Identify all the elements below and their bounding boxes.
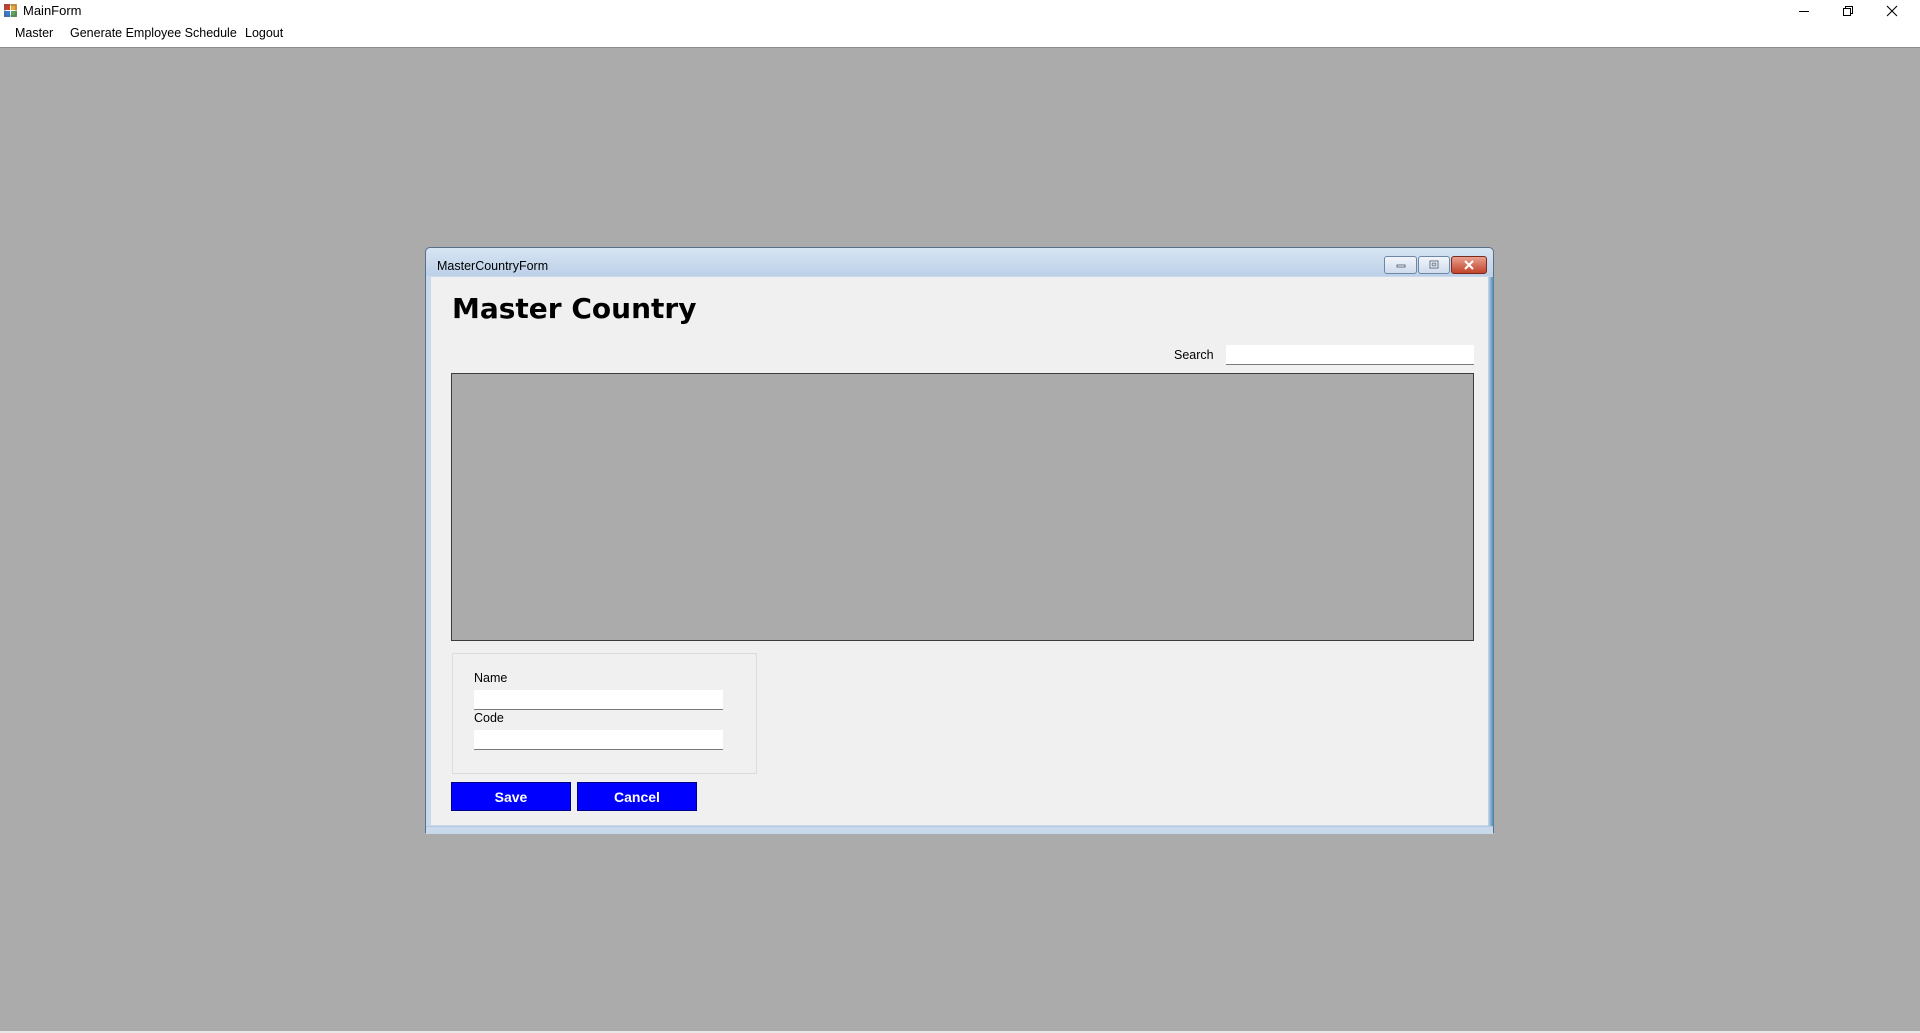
- country-data-grid[interactable]: [451, 373, 1474, 641]
- name-field[interactable]: [474, 690, 723, 710]
- master-country-form: MasterCountryForm Master Country Search …: [425, 247, 1494, 834]
- minimize-button[interactable]: [1782, 0, 1826, 22]
- code-label: Code: [474, 711, 504, 725]
- menu-bar: Master Generate Employee Schedule Logout: [0, 22, 1920, 46]
- child-maximize-button[interactable]: [1418, 256, 1450, 274]
- menu-logout[interactable]: Logout: [245, 26, 283, 40]
- search-label: Search: [1174, 348, 1214, 362]
- restore-button[interactable]: [1826, 0, 1870, 22]
- child-client-area: Master Country Search Name Code Save Can…: [431, 277, 1488, 825]
- minimize-icon: [1396, 264, 1405, 268]
- child-minimize-button[interactable]: [1384, 256, 1417, 274]
- menu-generate-employee-schedule[interactable]: Generate Employee Schedule: [70, 26, 237, 40]
- child-form-edge: [1488, 277, 1494, 827]
- restore-icon: [1843, 6, 1853, 16]
- app-icon: [4, 4, 17, 17]
- window-title: MainForm: [23, 3, 82, 18]
- child-close-button[interactable]: [1451, 256, 1487, 274]
- child-form-bottom-edge: [426, 826, 1493, 834]
- code-field[interactable]: [474, 730, 723, 750]
- close-icon: [1464, 260, 1474, 270]
- maximize-icon: [1429, 260, 1439, 269]
- child-title-bar[interactable]: MasterCountryForm: [426, 248, 1493, 276]
- close-button[interactable]: [1870, 0, 1914, 22]
- name-label: Name: [474, 671, 508, 685]
- close-icon: [1886, 5, 1898, 17]
- page-title: Master Country: [452, 292, 697, 325]
- save-button[interactable]: Save: [451, 782, 571, 811]
- menu-master[interactable]: Master: [15, 26, 53, 40]
- main-window: MainForm Master Generate Employee Schedu…: [0, 0, 1920, 1033]
- search-input[interactable]: [1226, 345, 1474, 365]
- title-bar: MainForm: [0, 0, 1920, 22]
- minimize-icon: [1799, 11, 1809, 12]
- cancel-button[interactable]: Cancel: [577, 782, 697, 811]
- child-window-title: MasterCountryForm: [437, 259, 549, 273]
